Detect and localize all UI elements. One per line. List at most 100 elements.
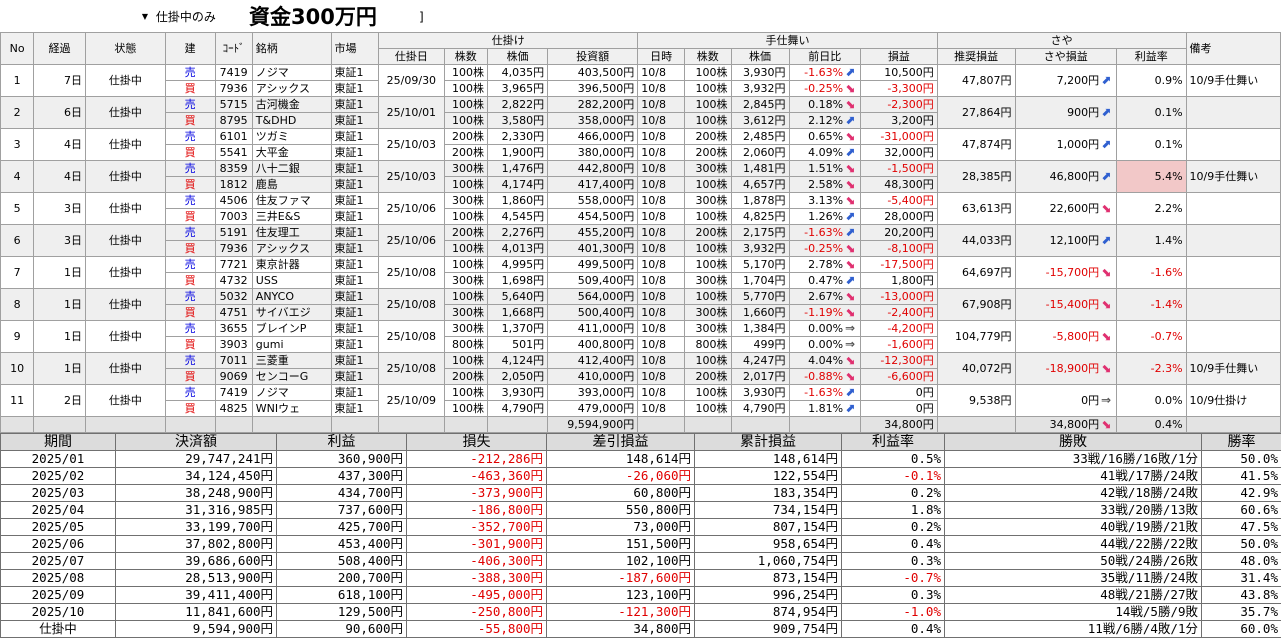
market: 東証1 [331, 177, 379, 193]
col-open-price[interactable]: 株価 [488, 49, 548, 65]
sum-col-cum[interactable]: 累計損益 [695, 434, 842, 451]
sum-col-winrate[interactable]: 勝率 [1202, 434, 1281, 451]
profit-loss: -13,000円 [861, 289, 938, 305]
dropdown-arrow-icon[interactable]: ▼ [138, 12, 152, 21]
status: 仕掛中 [85, 353, 165, 385]
profit-loss: -2,400円 [861, 305, 938, 321]
win-rate: 60.6% [1202, 502, 1281, 519]
position-row[interactable]: 53日仕掛中売4506住友ファマ東証125/10/06300株1,860円558… [1, 193, 1281, 209]
profit-rate: 0.0% [1117, 385, 1186, 417]
status: 仕掛中 [85, 129, 165, 161]
summary-row[interactable]: 2025/0234,124,450円437,300円-463,360円-26,0… [1, 468, 1281, 485]
col-open-qty[interactable]: 株数 [444, 49, 488, 65]
period: 2025/05 [1, 519, 116, 536]
position-row[interactable]: 91日仕掛中売3655ブレインP東証125/10/08300株1,370円411… [1, 321, 1281, 337]
col-status[interactable]: 状態 [85, 33, 165, 65]
invest-amount: 403,500円 [548, 65, 638, 81]
col-name[interactable]: 銘柄 [252, 33, 331, 65]
col-close-price[interactable]: 株価 [731, 49, 789, 65]
side: 買 [165, 209, 215, 225]
day-change-cell: 1.51%⬊ [789, 161, 861, 177]
group-spread: さや [937, 33, 1186, 49]
col-market[interactable]: 市場 [331, 33, 379, 65]
side: 売 [165, 129, 215, 145]
day-change: 2.67% [808, 290, 843, 303]
open-price: 3,580円 [488, 113, 548, 129]
col-invest[interactable]: 投資額 [548, 49, 638, 65]
profit-loss: -31,000円 [861, 129, 938, 145]
day-change: -1.63% [804, 226, 843, 239]
col-pl[interactable]: 損益 [861, 49, 938, 65]
toolbar: ▼ 仕掛中のみ 資金300万円 ] [0, 0, 1281, 34]
stock-code: 7419 [215, 385, 252, 401]
profit-rate: 0.9% [1117, 65, 1186, 97]
col-side[interactable]: 建 [165, 33, 215, 65]
invest-amount: 358,000円 [548, 113, 638, 129]
col-rate[interactable]: 利益率 [1117, 49, 1186, 65]
close-time: 10/8 [638, 305, 685, 321]
position-row[interactable]: 44日仕掛中売8359八十二銀東証125/10/03300株1,476円442,… [1, 161, 1281, 177]
filter-dropdown[interactable]: ▼ 仕掛中のみ 資金300万円 ] [138, 8, 428, 28]
sum-col-rate[interactable]: 利益率 [842, 434, 945, 451]
summary-row[interactable]: 2025/1011,841,600円129,500円-250,800円-121,… [1, 604, 1281, 621]
position-row[interactable]: 81日仕掛中売5032ANYCO東証125/10/08100株5,640円564… [1, 289, 1281, 305]
win-rate: 47.5% [1202, 519, 1281, 536]
close-time: 10/8 [638, 81, 685, 97]
position-row[interactable]: 17日仕掛中売7419ノジマ東証125/09/30100株4,035円403,5… [1, 65, 1281, 81]
sum-col-record[interactable]: 勝敗 [945, 434, 1202, 451]
summary-row[interactable]: 2025/0338,248,900円434,700円-373,900円60,80… [1, 485, 1281, 502]
memo: 10/9仕掛け [1186, 385, 1280, 417]
col-memo[interactable]: 備考 [1186, 33, 1280, 65]
col-close-time[interactable]: 日時 [638, 49, 685, 65]
stock-code: 1812 [215, 177, 252, 193]
spread-pl-cell: -18,900円⬊ [1015, 353, 1117, 385]
loss: -373,900円 [407, 485, 547, 502]
summary-row[interactable]: 2025/0739,686,600円508,400円-406,300円102,1… [1, 553, 1281, 570]
position-row[interactable]: 71日仕掛中売7721東京計器東証125/10/08100株4,995円499,… [1, 257, 1281, 273]
position-row[interactable]: 34日仕掛中売6101ツガミ東証125/10/03200株2,330円466,0… [1, 129, 1281, 145]
trend-down-icon: ⬊ [843, 369, 857, 383]
col-rec-pl[interactable]: 推奨損益 [937, 49, 1015, 65]
cumulative-pl: 996,254円 [695, 587, 842, 604]
summary-row[interactable]: 2025/0637,802,800円453,400円-301,900円151,5… [1, 536, 1281, 553]
close-qty: 100株 [684, 65, 731, 81]
open-qty: 100株 [444, 65, 488, 81]
trend-up-icon: ⬈ [1099, 137, 1113, 151]
summary-row[interactable]: 2025/0129,747,241円360,900円-212,286円148,6… [1, 451, 1281, 468]
day-change: 4.09% [808, 146, 843, 159]
position-row[interactable]: 112日仕掛中売7419ノジマ東証125/10/09100株3,930円393,… [1, 385, 1281, 401]
summary-row[interactable]: 2025/0939,411,400円618,100円-495,000円123,1… [1, 587, 1281, 604]
stock-name: ノジマ [252, 65, 331, 81]
stock-code: 7419 [215, 65, 252, 81]
sum-col-profit[interactable]: 利益 [277, 434, 407, 451]
settle-amount: 31,316,985円 [116, 502, 277, 519]
col-close-qty[interactable]: 株数 [684, 49, 731, 65]
col-spread-pl[interactable]: さや損益 [1015, 49, 1117, 65]
summary-row[interactable]: 2025/0431,316,985円737,600円-186,800円550,8… [1, 502, 1281, 519]
sum-col-net[interactable]: 差引損益 [547, 434, 695, 451]
col-code[interactable]: ｺｰﾄﾞ [215, 33, 252, 65]
summary-row[interactable]: 2025/0828,513,900円200,700円-388,300円-187,… [1, 570, 1281, 587]
stock-name: 八十二銀 [252, 161, 331, 177]
open-price: 4,174円 [488, 177, 548, 193]
open-qty: 100株 [444, 97, 488, 113]
sum-col-loss[interactable]: 損失 [407, 434, 547, 451]
summary-row[interactable]: 仕掛中9,594,900円90,600円-55,800円34,800円909,7… [1, 621, 1281, 638]
position-row[interactable]: 101日仕掛中売7011三菱重東証125/10/08100株4,124円412,… [1, 353, 1281, 369]
net-pl: 123,100円 [547, 587, 695, 604]
col-no[interactable]: No [1, 33, 34, 65]
position-row[interactable]: 26日仕掛中売5715古河機金東証125/10/01100株2,822円282,… [1, 97, 1281, 113]
recommended-pl: 27,864円 [937, 97, 1015, 129]
profit-loss: -8,100円 [861, 241, 938, 257]
summary-row[interactable]: 2025/0533,199,700円425,700円-352,700円73,00… [1, 519, 1281, 536]
open-date: 25/10/06 [379, 193, 444, 225]
open-price: 3,930円 [488, 385, 548, 401]
col-day-change[interactable]: 前日比 [789, 49, 861, 65]
side: 売 [165, 321, 215, 337]
col-elapsed[interactable]: 経過 [34, 33, 86, 65]
position-row[interactable]: 63日仕掛中売5191住友理工東証125/10/06200株2,276円455,… [1, 225, 1281, 241]
sum-col-period[interactable]: 期間 [1, 434, 116, 451]
close-time: 10/8 [638, 209, 685, 225]
sum-col-settle[interactable]: 決済額 [116, 434, 277, 451]
col-open-date[interactable]: 仕掛日 [379, 49, 444, 65]
